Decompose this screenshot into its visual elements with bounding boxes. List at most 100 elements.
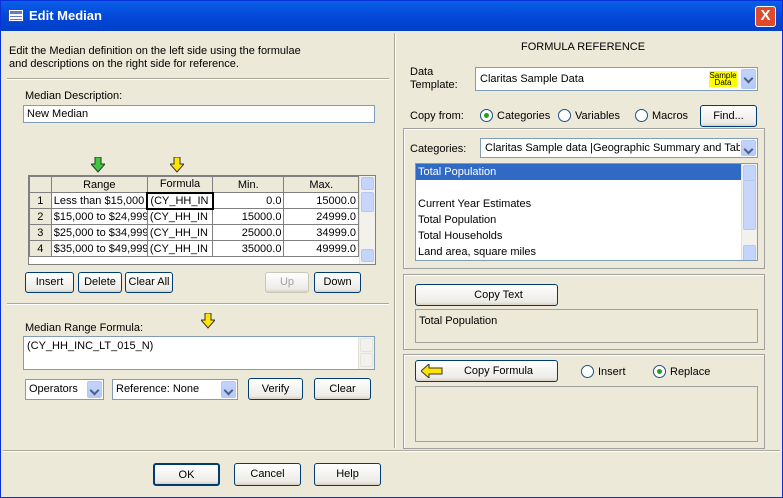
header-range[interactable]: Range — [50, 176, 148, 193]
radio-variables-label[interactable]: Variables — [575, 110, 620, 122]
scroll-down-arrow-icon[interactable] — [360, 353, 373, 367]
close-button[interactable]: X — [755, 6, 776, 27]
delete-button[interactable]: Delete — [78, 272, 122, 293]
list-item[interactable]: Total Population — [416, 212, 757, 228]
list-item[interactable]: Total Population — [416, 164, 757, 180]
table-row[interactable]: 3 $25,000 to $34,999 (CY_HH_IN 25000.0 3… — [29, 224, 359, 241]
radio-replace-label[interactable]: Replace — [670, 366, 710, 378]
list-item[interactable]: Land area, square miles — [416, 244, 757, 260]
median-range-formula-input[interactable]: (CY_HH_INC_LT_015_N) — [23, 336, 375, 370]
cell-range[interactable]: $25,000 to $34,999 — [50, 224, 148, 241]
grid-scrollbar[interactable] — [359, 176, 375, 264]
divider — [7, 303, 389, 305]
scroll-up-arrow-icon[interactable] — [743, 165, 756, 181]
list-item[interactable] — [416, 180, 757, 196]
radio-insert[interactable] — [581, 365, 594, 378]
median-description-value: New Median — [27, 108, 89, 120]
cell-min[interactable]: 25000.0 — [212, 224, 285, 241]
title-bar[interactable]: Edit Median X — [1, 1, 782, 31]
cell-formula[interactable]: (CY_HH_IN — [146, 224, 214, 241]
badge-line-2: Data — [714, 78, 732, 87]
clear-all-button[interactable]: Clear All — [125, 272, 173, 293]
reference-value: Reference: None — [116, 383, 200, 395]
table-header-row: Range Formula Min. Max. — [29, 176, 359, 193]
cell-formula[interactable]: (CY_HH_IN — [146, 208, 214, 225]
footer-divider — [3, 450, 780, 452]
chevron-down-icon[interactable] — [741, 69, 756, 89]
table-row[interactable]: 4 $35,000 to $49,999 (CY_HH_IN 35000.0 4… — [29, 240, 359, 257]
scroll-thumb[interactable] — [361, 192, 374, 212]
operators-dropdown[interactable]: Operators — [25, 379, 104, 400]
formula-scrollbar[interactable] — [358, 337, 374, 369]
divider — [7, 78, 389, 80]
cell-max[interactable]: 15000.0 — [283, 192, 359, 209]
scroll-up-arrow-icon[interactable] — [360, 338, 373, 352]
row-number: 3 — [29, 224, 52, 241]
cell-max[interactable]: 34999.0 — [283, 224, 359, 241]
copy-text-value: Total Population — [419, 315, 498, 327]
cell-range[interactable]: Less than $15,000 — [50, 192, 148, 209]
median-range-formula-value: (CY_HH_INC_LT_015_N) — [27, 340, 154, 352]
intro-text-2: and descriptions on the right side for r… — [9, 58, 239, 70]
copy-text-label: Copy Text — [474, 289, 523, 301]
green-down-arrow-icon — [91, 157, 105, 173]
cell-max[interactable]: 49999.0 — [283, 240, 359, 257]
edit-median-window: Edit Median X Edit the Median definition… — [0, 0, 783, 498]
radio-variables[interactable] — [558, 109, 571, 122]
yellow-down-arrow-icon — [170, 157, 184, 173]
cell-range[interactable]: $35,000 to $49,999 — [50, 240, 148, 257]
down-button[interactable]: Down — [314, 272, 361, 293]
window-title: Edit Median — [29, 8, 102, 23]
header-min[interactable]: Min. — [212, 176, 285, 193]
categories-value: Claritas Sample data |Geographic Summary… — [485, 142, 740, 154]
ok-button[interactable]: OK — [153, 463, 220, 486]
range-table: Range Formula Min. Max. 1 Less than $15,… — [29, 176, 359, 257]
vertical-divider — [394, 33, 396, 448]
up-button[interactable]: Up — [265, 272, 309, 293]
radio-macros-label[interactable]: Macros — [652, 110, 688, 122]
radio-macros[interactable] — [635, 109, 648, 122]
header-formula[interactable]: Formula — [146, 176, 214, 193]
median-description-input[interactable]: New Median — [23, 105, 375, 123]
header-max[interactable]: Max. — [283, 176, 359, 193]
copy-text-preview: Total Population — [415, 309, 758, 343]
categories-dropdown[interactable]: Claritas Sample data |Geographic Summary… — [480, 138, 758, 158]
find-button[interactable]: Find... — [700, 105, 757, 127]
yellow-down-arrow-icon — [201, 313, 215, 329]
categories-list[interactable]: Total Population Current Year Estimates … — [415, 163, 758, 261]
radio-replace[interactable] — [653, 365, 666, 378]
list-scrollbar[interactable] — [741, 164, 757, 260]
scroll-up-arrow-icon[interactable] — [361, 177, 374, 190]
scroll-down-arrow-icon[interactable] — [743, 245, 756, 260]
cell-min[interactable]: 15000.0 — [212, 208, 285, 225]
cell-formula[interactable]: (CY_HH_IN — [146, 191, 214, 210]
cell-formula[interactable]: (CY_HH_IN — [146, 240, 214, 257]
cell-min[interactable]: 35000.0 — [212, 240, 285, 257]
list-item[interactable]: Current Year Estimates — [416, 196, 757, 212]
table-row[interactable]: 1 Less than $15,000 (CY_HH_IN 0.0 15000.… — [29, 191, 359, 210]
clear-button[interactable]: Clear — [314, 378, 371, 400]
help-button[interactable]: Help — [314, 463, 381, 486]
categories-label: Categories: — [410, 143, 467, 155]
cancel-button[interactable]: Cancel — [234, 463, 301, 486]
data-template-dropdown[interactable]: Claritas Sample Data Sample Data — [475, 67, 758, 91]
scroll-thumb[interactable] — [743, 180, 756, 230]
reference-dropdown[interactable]: Reference: None — [112, 379, 238, 400]
insert-button[interactable]: Insert — [25, 272, 74, 293]
verify-button[interactable]: Verify — [248, 378, 303, 400]
scroll-down-arrow-icon[interactable] — [361, 249, 374, 262]
copy-formula-preview — [415, 386, 758, 442]
data-template-value: Claritas Sample Data — [480, 73, 584, 85]
chevron-down-icon[interactable] — [741, 140, 756, 156]
radio-categories[interactable] — [480, 109, 493, 122]
radio-categories-label[interactable]: Categories — [497, 110, 550, 122]
chevron-down-icon[interactable] — [221, 381, 236, 398]
chevron-down-icon[interactable] — [87, 381, 102, 398]
cell-range[interactable]: $15,000 to $24,999 — [50, 208, 148, 225]
cell-max[interactable]: 24999.0 — [283, 208, 359, 225]
list-item[interactable]: Total Households — [416, 228, 757, 244]
table-row[interactable]: 2 $15,000 to $24,999 (CY_HH_IN 15000.0 2… — [29, 208, 359, 225]
cell-min[interactable]: 0.0 — [212, 192, 285, 209]
copy-text-button[interactable]: Copy Text — [415, 284, 558, 306]
radio-insert-label[interactable]: Insert — [598, 366, 626, 378]
